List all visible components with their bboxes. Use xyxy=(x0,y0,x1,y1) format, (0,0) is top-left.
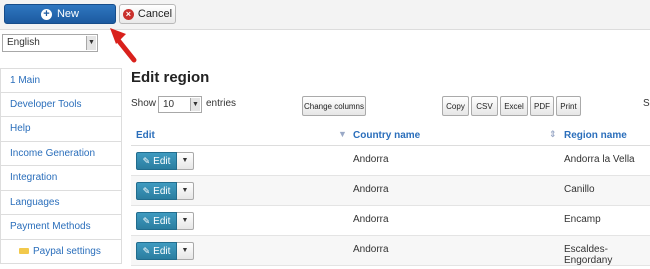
edit-button-label: Edit xyxy=(153,155,171,167)
sidebar-item-income-generation[interactable]: Income Generation xyxy=(0,141,122,166)
edit-dropdown-toggle[interactable]: ▼ xyxy=(177,182,194,200)
sidebar-item-payment-methods[interactable]: Payment Methods xyxy=(0,215,122,240)
edit-button[interactable]: ✎ Edit xyxy=(136,242,177,260)
page-length-select[interactable]: 10 ▼ xyxy=(158,96,202,113)
entries-label: entries xyxy=(206,98,237,109)
new-button[interactable]: + New xyxy=(4,4,116,24)
edit-button[interactable]: ✎ Edit xyxy=(136,212,177,230)
page-title: Edit region xyxy=(131,69,210,86)
edit-button-label: Edit xyxy=(153,215,171,227)
edit-button-group: ✎ Edit ▼ xyxy=(136,152,194,170)
page-length-value: 10 xyxy=(163,99,175,110)
cancel-button[interactable]: × Cancel xyxy=(119,4,176,24)
pencil-icon: ✎ xyxy=(142,215,151,226)
edit-button-label: Edit xyxy=(153,185,171,197)
sidebar-subitem-label: Paypal settings xyxy=(33,245,101,257)
column-header-country[interactable]: Country name xyxy=(353,130,420,141)
table-row: ✎ Edit ▼ Andorra Encamp xyxy=(131,206,650,236)
table-header: Edit ▼ Country name ⇕ Region name xyxy=(131,124,650,146)
sort-icon: ⇕ xyxy=(549,129,557,139)
table-row: ✎ Edit ▼ Andorra Andorra la Vella xyxy=(131,146,650,176)
edit-button[interactable]: ✎ Edit xyxy=(136,182,177,200)
edit-button-label: Edit xyxy=(153,245,171,257)
language-selected-value: English xyxy=(7,37,40,48)
country-cell: Andorra xyxy=(353,214,389,225)
chevron-down-icon: ▼ xyxy=(86,36,96,50)
red-arrow-annotation xyxy=(110,28,137,63)
sidebar-subitem-paypal-settings[interactable]: Paypal settings xyxy=(0,239,122,264)
sidebar-item-help[interactable]: Help xyxy=(0,117,122,142)
pdf-button[interactable]: PDF xyxy=(530,96,554,116)
edit-button-group: ✎ Edit ▼ xyxy=(136,242,194,260)
top-toolbar: + New × Cancel xyxy=(0,0,650,30)
column-header-region[interactable]: Region name xyxy=(564,130,627,141)
table-row: ✎ Edit ▼ Andorra Canillo xyxy=(131,176,650,206)
table-row: ✎ Edit ▼ Andorra Escaldes-Engordany xyxy=(131,236,650,266)
paypal-icon xyxy=(19,248,29,254)
edit-button-group: ✎ Edit ▼ xyxy=(136,182,194,200)
change-columns-button[interactable]: Change columns xyxy=(302,96,366,116)
sort-desc-icon: ▼ xyxy=(338,129,347,139)
region-cell: Escaldes-Engordany xyxy=(564,244,613,266)
search-label: Se xyxy=(643,98,650,109)
edit-dropdown-toggle[interactable]: ▼ xyxy=(177,212,194,230)
country-cell: Andorra xyxy=(353,244,389,255)
pencil-icon: ✎ xyxy=(142,155,151,166)
csv-button[interactable]: CSV xyxy=(471,96,498,116)
sidebar: 1 Main Developer Tools Help Income Gener… xyxy=(0,68,122,264)
language-select[interactable]: English ▼ xyxy=(2,34,98,52)
edit-dropdown-toggle[interactable]: ▼ xyxy=(177,242,194,260)
sidebar-item-developer-tools[interactable]: Developer Tools xyxy=(0,92,122,117)
cancel-button-label: Cancel xyxy=(137,8,173,20)
copy-button[interactable]: Copy xyxy=(442,96,469,116)
country-cell: Andorra xyxy=(353,184,389,195)
region-cell: Encamp xyxy=(564,214,601,225)
print-button[interactable]: Print xyxy=(556,96,581,116)
plus-icon: + xyxy=(40,8,52,20)
show-label: Show xyxy=(131,98,157,109)
region-cell: Andorra la Vella xyxy=(564,154,635,165)
excel-button[interactable]: Excel xyxy=(500,96,528,116)
pencil-icon: ✎ xyxy=(142,185,151,196)
new-button-label: New xyxy=(56,8,79,20)
sidebar-item-integration[interactable]: Integration xyxy=(0,166,122,191)
edit-button-group: ✎ Edit ▼ xyxy=(136,212,194,230)
cancel-icon: × xyxy=(122,8,134,20)
pencil-icon: ✎ xyxy=(142,245,151,256)
edit-dropdown-toggle[interactable]: ▼ xyxy=(177,152,194,170)
column-header-edit[interactable]: Edit xyxy=(136,130,155,141)
edit-button[interactable]: ✎ Edit xyxy=(136,152,177,170)
chevron-down-icon: ▼ xyxy=(190,98,200,111)
region-cell: Canillo xyxy=(564,184,595,195)
regions-table: Edit ▼ Country name ⇕ Region name ✎ Edit … xyxy=(131,124,650,266)
sidebar-item-languages[interactable]: Languages xyxy=(0,190,122,215)
sidebar-item-1-main[interactable]: 1 Main xyxy=(0,68,122,93)
country-cell: Andorra xyxy=(353,154,389,165)
